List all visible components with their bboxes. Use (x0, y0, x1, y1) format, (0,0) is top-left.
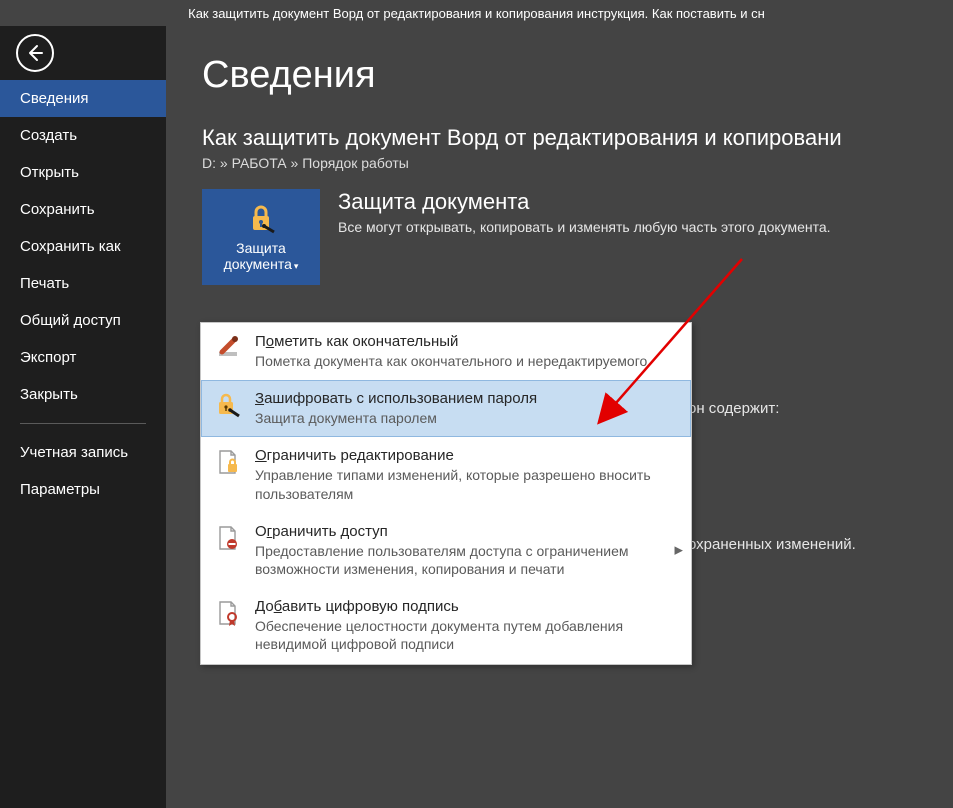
nav-label: Параметры (20, 481, 100, 498)
page-title: Сведения (202, 54, 953, 97)
lock-key-icon (244, 202, 278, 236)
menu-item-digital-signature[interactable]: Добавить цифровую подпись Обеспечение це… (201, 588, 691, 663)
chevron-right-icon: ▶ (675, 544, 683, 557)
menu-item-desc: Защита документа паролем (255, 409, 677, 427)
nav-item-info[interactable]: Сведения (0, 80, 166, 117)
document-lock-icon (213, 447, 243, 477)
menu-item-mark-final[interactable]: Пометить как окончательный Пометка докум… (201, 323, 691, 380)
backstage-sidebar: Сведения Создать Открыть Сохранить Сохра… (0, 26, 166, 808)
menu-item-restrict-editing[interactable]: Ограничить редактирование Управление тип… (201, 437, 691, 512)
lock-key-icon (213, 390, 243, 420)
menu-item-title: Пометить как окончательный (255, 333, 677, 350)
arrow-left-icon (25, 43, 45, 63)
nav-item-print[interactable]: Печать (0, 265, 166, 302)
nav-label: Сохранить (20, 201, 95, 218)
protect-heading: Защита документа (338, 189, 831, 215)
back-button[interactable] (16, 34, 54, 72)
document-title: Как защитить документ Ворд от редактиров… (202, 125, 953, 151)
nav-label: Открыть (20, 164, 79, 181)
protect-desc: Все могут открывать, копировать и изменя… (338, 219, 831, 235)
nav-item-options[interactable]: Параметры (0, 471, 166, 508)
background-text-2: охраненных изменений. (688, 536, 856, 553)
menu-item-desc: Предоставление пользователям доступа с о… (255, 542, 677, 578)
nav-item-save[interactable]: Сохранить (0, 191, 166, 228)
protect-section-text: Защита документа Все могут открывать, ко… (338, 189, 831, 235)
nav-item-account[interactable]: Учетная запись (0, 434, 166, 471)
menu-item-desc: Пометка документа как окончательного и н… (255, 352, 677, 370)
menu-item-restrict-access[interactable]: Ограничить доступ Предоставление пользов… (201, 513, 691, 588)
protect-document-button[interactable]: Защита документа▾ (202, 189, 320, 285)
nav-label: Создать (20, 127, 77, 144)
protect-section: Защита документа▾ Защита документа Все м… (202, 189, 953, 285)
nav-label: Учетная запись (20, 444, 128, 461)
nav-item-share[interactable]: Общий доступ (0, 302, 166, 339)
nav-item-new[interactable]: Создать (0, 117, 166, 154)
nav-label: Сведения (20, 90, 89, 107)
background-text-1: он содержит: (688, 400, 779, 417)
protect-document-menu: Пометить как окончательный Пометка докум… (200, 322, 692, 665)
nav-label: Закрыть (20, 386, 78, 403)
menu-item-title: Ограничить доступ (255, 523, 677, 540)
protect-button-label: Защита документа▾ (224, 240, 299, 272)
window-title: Как защитить документ Ворд от редактиров… (188, 6, 765, 21)
menu-item-title: Зашифровать с использованием пароля (255, 390, 677, 407)
window-titlebar: Как защитить документ Ворд от редактиров… (0, 0, 953, 26)
nav-label: Печать (20, 275, 69, 292)
stamp-icon (213, 333, 243, 363)
nav-item-open[interactable]: Открыть (0, 154, 166, 191)
nav-label: Общий доступ (20, 312, 121, 329)
content-pane: Сведения Как защитить документ Ворд от р… (166, 26, 953, 808)
document-ribbon-icon (213, 598, 243, 628)
nav-item-close[interactable]: Закрыть (0, 376, 166, 413)
nav-separator (20, 423, 146, 424)
menu-item-title: Ограничить редактирование (255, 447, 677, 464)
nav-item-saveas[interactable]: Сохранить как (0, 228, 166, 265)
menu-item-encrypt-password[interactable]: Зашифровать с использованием пароля Защи… (201, 380, 691, 437)
nav-item-export[interactable]: Экспорт (0, 339, 166, 376)
document-deny-icon (213, 523, 243, 553)
breadcrumb: D: » РАБОТА » Порядок работы (202, 155, 953, 171)
chevron-down-icon: ▾ (294, 261, 299, 271)
nav-list: Сведения Создать Открыть Сохранить Сохра… (0, 80, 166, 508)
menu-item-desc: Обеспечение целостности документа путем … (255, 617, 677, 653)
menu-item-desc: Управление типами изменений, которые раз… (255, 466, 677, 502)
nav-label: Экспорт (20, 349, 76, 366)
nav-label: Сохранить как (20, 238, 121, 255)
menu-item-title: Добавить цифровую подпись (255, 598, 677, 615)
